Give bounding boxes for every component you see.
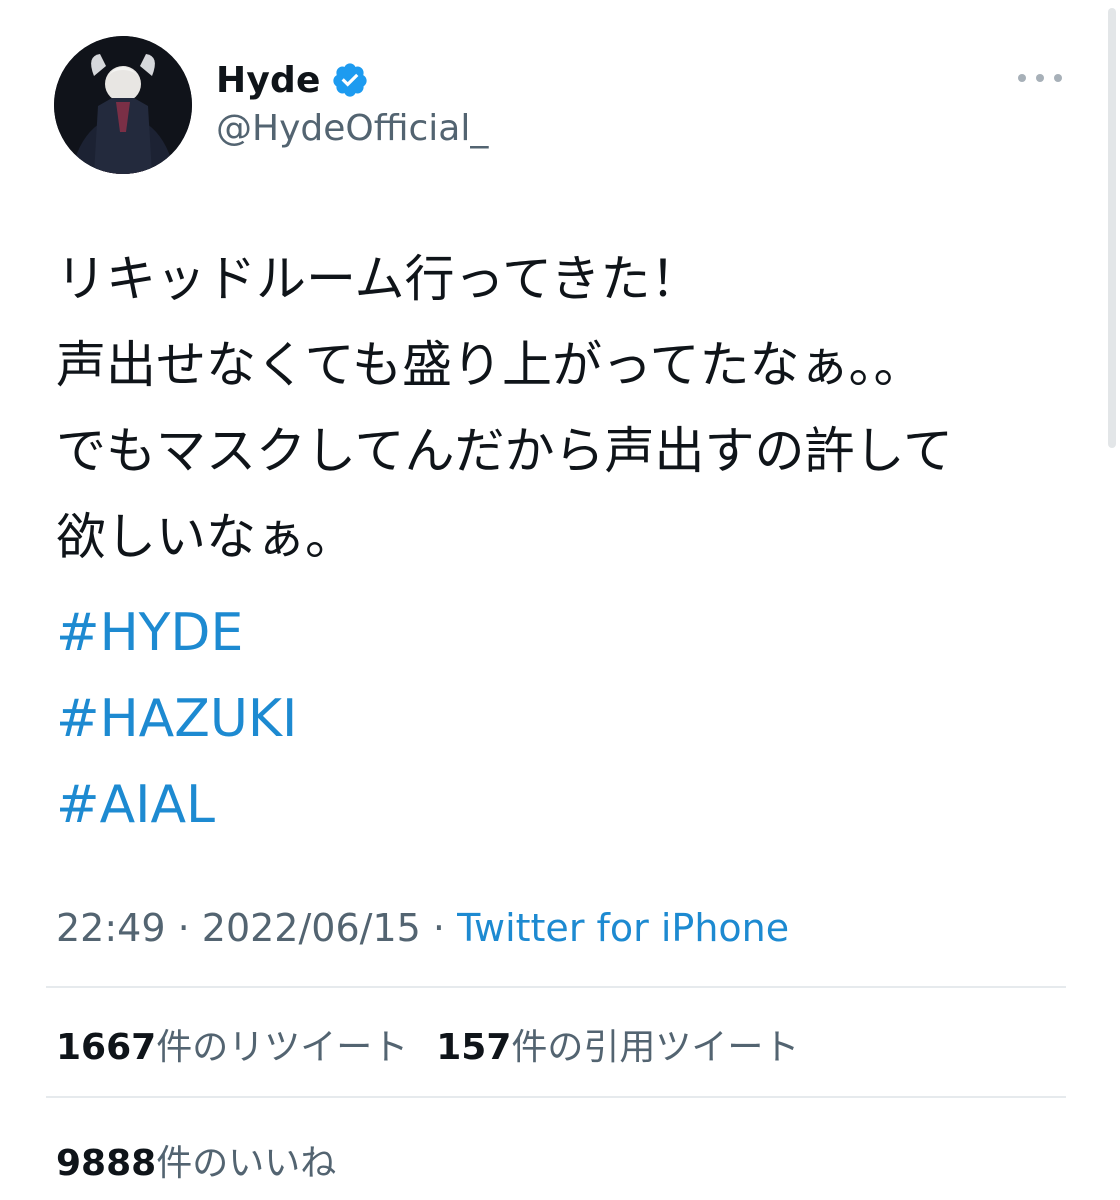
meta-separator: · [432, 906, 458, 950]
tweet-line: 欲しいなぁ。 [56, 508, 355, 566]
divider [46, 986, 1066, 988]
verified-badge-icon [332, 63, 367, 97]
more-options-icon[interactable] [1018, 64, 1062, 92]
hashtag-list: #HYDE #HAZUKI #AIAL [56, 590, 297, 848]
meta-separator: · [177, 906, 202, 950]
scrollbar[interactable] [1108, 8, 1116, 448]
likes-row: 9888件のいいね [56, 1134, 336, 1186]
tweet-meta: 22:49 · 2022/06/15 · Twitter for iPhone [56, 906, 789, 950]
divider [46, 1096, 1066, 1098]
likes-stat[interactable]: 9888件のいいね [56, 1143, 336, 1184]
avatar[interactable] [54, 36, 192, 174]
tweet-page: Hyde @HydeOfficial_ リキッドルーム行ってきた！ 声出せなくて… [0, 0, 1120, 1200]
display-name[interactable]: Hyde [216, 60, 321, 101]
tweet-date[interactable]: 2022/06/15 [202, 906, 421, 950]
likes-count: 9888 [56, 1143, 157, 1184]
dot [1054, 74, 1062, 82]
quotes-count: 157 [436, 1027, 512, 1068]
dot [1036, 74, 1044, 82]
likes-label: 件のいいね [156, 1143, 337, 1184]
avatar-photo [54, 36, 192, 174]
quotes-label: 件の引用ツイート [511, 1027, 800, 1068]
retweets-count: 1667 [56, 1027, 157, 1068]
tweet-line: リキッドルーム行ってきた！ [56, 250, 701, 308]
dot [1018, 74, 1026, 82]
hashtag-link[interactable]: #HYDE [56, 590, 297, 676]
hashtag-link[interactable]: #AIAL [56, 762, 297, 848]
name-row[interactable]: Hyde [216, 56, 369, 104]
tweet-line: 声出せなくても盛り上がってたなぁ。。 [56, 336, 924, 394]
user-handle[interactable]: @HydeOfficial_ [216, 108, 488, 149]
stats-row: 1667件のリツイート 157件の引用ツイート [56, 1018, 799, 1070]
tweet-text: リキッドルーム行ってきた！ 声出せなくても盛り上がってたなぁ。。 でもマスクして… [56, 236, 1066, 580]
quotes-stat[interactable]: 157件の引用ツイート [436, 1027, 799, 1068]
tweet-line: でもマスクしてんだから声出すの許して [56, 422, 953, 480]
hashtag-link[interactable]: #HAZUKI [56, 676, 297, 762]
retweets-label: 件のリツイート [156, 1027, 409, 1068]
tweet-time[interactable]: 22:49 [56, 906, 166, 950]
retweets-stat[interactable]: 1667件のリツイート [56, 1027, 408, 1068]
tweet-source-link[interactable]: Twitter for iPhone [457, 906, 789, 950]
